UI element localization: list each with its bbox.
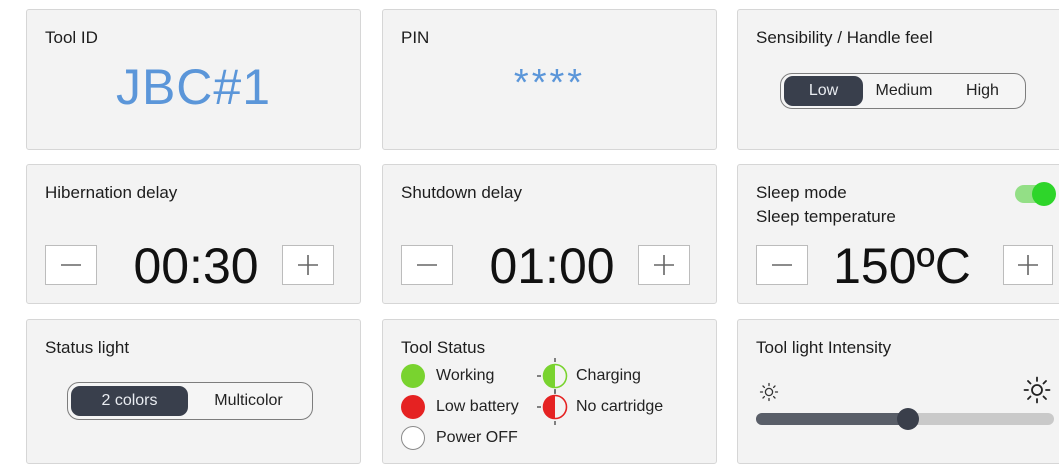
plus-icon [1018,255,1038,275]
sensibility-title: Sensibility / Handle feel [756,28,933,47]
tool-light-slider-thumb[interactable] [896,408,919,430]
power-off-dot-icon [401,426,425,450]
tool-status-title: Tool Status [401,338,486,357]
sensibility-option-medium[interactable]: Medium [863,76,945,106]
legend-power-off-label: Power OFF [436,429,518,446]
sensibility-card: Sensibility / Handle feel Low Medium Hig… [737,9,1059,150]
hibernation-value: 00:30 [133,238,259,294]
shutdown-increase-button[interactable] [638,245,690,285]
minus-icon [61,264,81,266]
legend-charging: Charging [537,358,641,394]
minus-icon [417,264,437,266]
plus-icon [298,255,318,275]
status-light-option-multicolor[interactable]: Multicolor [188,386,309,416]
pin-title: PIN [401,28,430,47]
hibernation-card: Hibernation delay 00:30 [26,164,361,304]
sleep-mode-title: Sleep mode [756,183,847,202]
pin-value[interactable]: **** [383,62,716,105]
sleep-temperature-decrease-button[interactable] [756,245,808,285]
sensibility-option-high[interactable]: High [945,76,1020,106]
hibernation-increase-button[interactable] [282,245,334,285]
low-battery-dot-icon [401,395,425,419]
sensibility-selector: Low Medium High [780,73,1026,109]
status-light-card: Status light 2 colors Multicolor [26,319,361,464]
minus-icon [772,264,792,266]
sleep-temperature-label: Sleep temperature [756,207,896,226]
sun-large-icon [1023,376,1051,404]
tool-id-card: Tool ID JBC#1 [26,9,361,150]
toggle-knob [1032,182,1056,206]
no-cartridge-blink-icon [537,389,568,425]
plus-icon [654,255,674,275]
legend-no-cartridge: No cartridge [537,389,664,425]
shutdown-title: Shutdown delay [401,183,522,202]
tool-id-value[interactable]: JBC#1 [27,58,360,116]
sleep-card: Sleep mode Sleep temperature 150ºC [737,164,1059,304]
legend-working-label: Working [436,367,495,384]
status-light-selector: 2 colors Multicolor [67,382,313,420]
status-light-title: Status light [45,338,130,357]
hibernation-decrease-button[interactable] [45,245,97,285]
tool-status-card: Tool Status Working Low battery Power OF… [382,319,717,464]
shutdown-decrease-button[interactable] [401,245,453,285]
working-dot-icon [401,364,425,388]
legend-no-cartridge-label: No cartridge [576,398,664,415]
tool-light-title: Tool light Intensity [756,338,892,357]
sensibility-option-low[interactable]: Low [784,76,863,106]
sleep-mode-toggle[interactable] [1015,182,1056,206]
legend-charging-label: Charging [576,367,641,384]
tool-id-title: Tool ID [45,28,98,47]
legend-low-battery: Low battery [401,395,519,419]
legend-working: Working [401,364,494,388]
hibernation-title: Hibernation delay [45,183,178,202]
shutdown-card: Shutdown delay 01:00 [382,164,717,304]
pin-card: PIN **** [382,9,717,150]
sleep-temperature-increase-button[interactable] [1003,245,1053,285]
sleep-temperature-value: 150ºC [833,238,971,294]
shutdown-value: 01:00 [489,238,615,294]
legend-low-battery-label: Low battery [436,398,519,415]
tool-light-slider-fill [756,413,908,425]
legend-power-off: Power OFF [401,426,518,450]
tool-light-card: Tool light Intensity [737,319,1059,464]
sun-small-icon [759,382,779,402]
status-light-option-2-colors[interactable]: 2 colors [71,386,189,416]
